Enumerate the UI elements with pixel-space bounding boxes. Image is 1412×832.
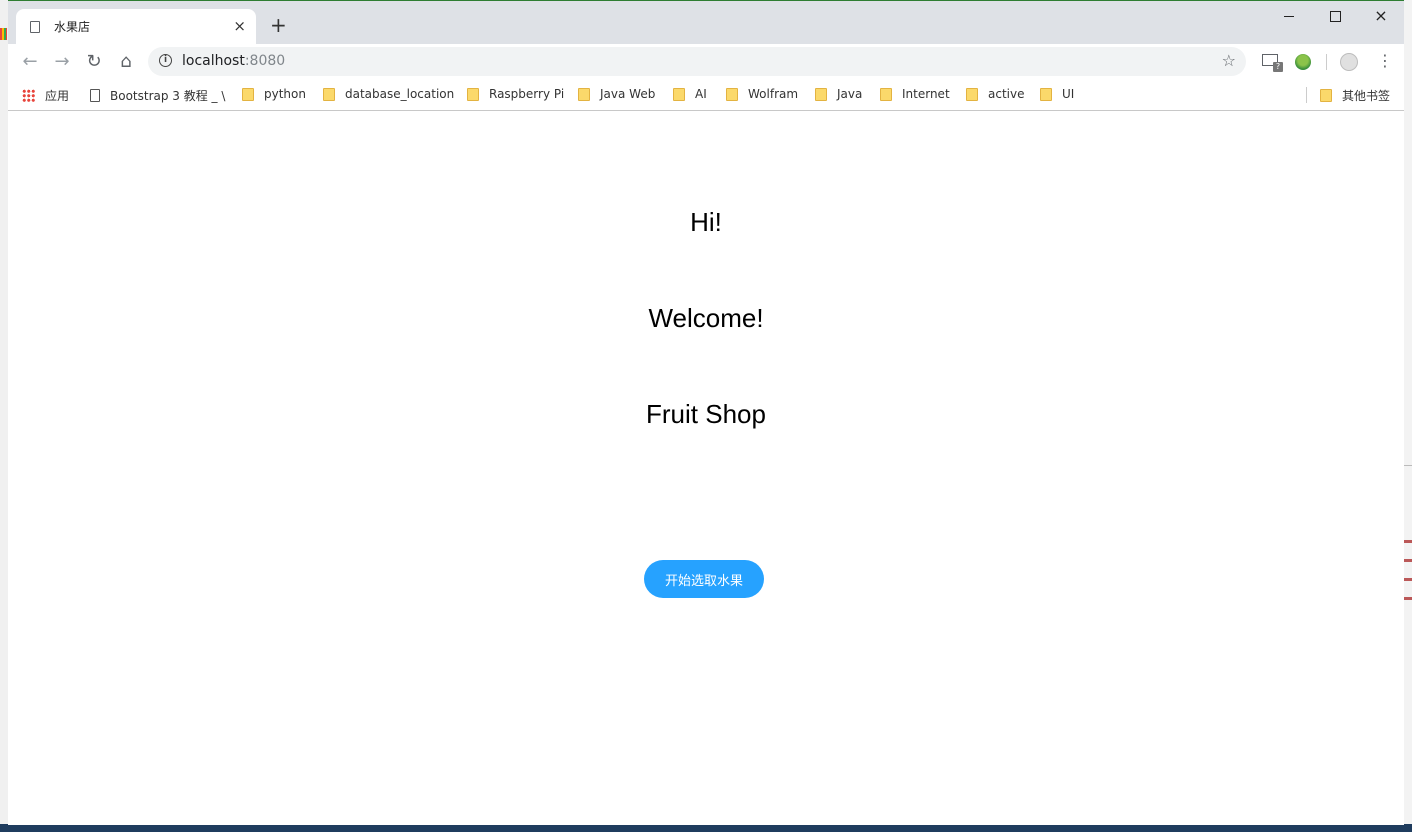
bookmark-folder[interactable]: Java Web: [578, 87, 655, 101]
background-code-snippet: [1404, 540, 1412, 610]
bookmark-label: Raspberry Pi: [489, 87, 565, 101]
toolbar-divider: [1326, 54, 1327, 70]
folder-icon: [323, 87, 335, 101]
minimize-button[interactable]: [1266, 5, 1312, 27]
new-tab-button[interactable]: +: [270, 15, 287, 35]
background-window-left: [0, 0, 8, 832]
bookmark-label: UI: [1062, 87, 1075, 101]
apps-grid-icon: [22, 89, 35, 102]
bookmark-label: AI: [695, 87, 707, 101]
bookmark-label: Internet: [902, 87, 950, 101]
tab-strip: 水果店 × + ×: [8, 1, 1404, 44]
folder-icon: [1320, 89, 1332, 102]
background-divider: [1404, 465, 1412, 466]
browser-window: 水果店 × + × ← → ↻ ⌂ i localhost:8080 ☆ ⋮ 应…: [8, 0, 1404, 825]
folder-icon: [966, 87, 978, 101]
bookmark-folder[interactable]: AI: [673, 87, 707, 101]
bookmark-apps[interactable]: 应用: [22, 87, 69, 104]
close-icon: ×: [1374, 6, 1388, 25]
folder-icon: [1040, 87, 1052, 101]
browser-toolbar: ← → ↻ ⌂ i localhost:8080 ☆ ⋮: [8, 44, 1404, 80]
bookmark-label: Java: [837, 87, 863, 101]
url-host: localhost: [182, 53, 245, 69]
background-window-right: [1404, 0, 1412, 832]
address-bar[interactable]: i localhost:8080 ☆: [148, 47, 1246, 76]
bookmark-folder[interactable]: Wolfram: [726, 87, 798, 101]
back-arrow-icon[interactable]: ←: [20, 52, 40, 72]
site-info-icon[interactable]: i: [159, 54, 172, 67]
url-port: :8080: [244, 53, 286, 69]
folder-icon: [673, 87, 685, 101]
folder-icon: [242, 87, 254, 101]
background-app-icon: [0, 28, 7, 40]
bookmark-folder[interactable]: active: [966, 87, 1024, 101]
folder-icon: [815, 87, 827, 101]
greeting-heading: Hi!: [690, 207, 722, 237]
profile-avatar-icon[interactable]: [1340, 53, 1358, 71]
reload-icon[interactable]: ↻: [84, 52, 104, 72]
start-picking-button[interactable]: 开始选取水果: [644, 560, 764, 598]
bookmark-label: Bootstrap 3 教程 _ \: [110, 89, 226, 103]
bookmark-label: Java Web: [600, 87, 656, 101]
home-icon[interactable]: ⌂: [116, 52, 136, 72]
bookmark-folder[interactable]: database_location: [323, 87, 454, 101]
bookmark-folder[interactable]: python: [242, 87, 306, 101]
bookmark-folder[interactable]: Internet: [880, 87, 950, 101]
green-extension-icon[interactable]: [1295, 54, 1311, 70]
folder-icon: [578, 87, 590, 101]
bookmarks-divider: [1306, 87, 1307, 103]
bookmark-folder[interactable]: Java: [815, 87, 862, 101]
bookmark-folder[interactable]: UI: [1040, 87, 1074, 101]
tab-title: 水果店: [54, 20, 91, 34]
bookmark-label: 其他书签: [1342, 89, 1391, 103]
bookmark-item[interactable]: Bootstrap 3 教程 _ \: [90, 87, 225, 104]
bookmark-label: Wolfram: [748, 87, 799, 101]
folder-icon: [726, 87, 738, 101]
tab-close-icon[interactable]: ×: [233, 19, 246, 34]
bookmark-label: active: [988, 87, 1025, 101]
mail-extension-icon[interactable]: [1262, 54, 1283, 72]
minimize-icon: [1284, 15, 1294, 17]
browser-menu-icon[interactable]: ⋮: [1377, 53, 1393, 69]
page-content: Hi! Welcome! Fruit Shop 开始选取水果: [8, 111, 1404, 825]
welcome-heading: Welcome!: [648, 303, 764, 333]
maximize-icon: [1329, 10, 1341, 22]
bookmark-label: 应用: [45, 89, 70, 103]
bookmark-star-icon[interactable]: ☆: [1222, 51, 1236, 70]
bookmark-other[interactable]: 其他书签: [1320, 87, 1390, 104]
bookmark-label: database_location: [345, 87, 455, 101]
bookmark-folder[interactable]: Raspberry Pi: [467, 87, 564, 101]
page-icon: [30, 20, 40, 33]
bookmark-label: python: [264, 87, 306, 101]
shop-name-heading: Fruit Shop: [646, 399, 766, 429]
maximize-button[interactable]: [1312, 5, 1358, 27]
page-icon: [90, 89, 100, 102]
url-text[interactable]: localhost:8080: [182, 53, 285, 69]
forward-arrow-icon[interactable]: →: [52, 52, 72, 72]
bookmarks-bar: 应用 Bootstrap 3 教程 _ \ python database_lo…: [8, 80, 1404, 111]
folder-icon: [880, 87, 892, 101]
window-close-button[interactable]: ×: [1358, 5, 1404, 27]
desktop-taskbar: [0, 824, 1412, 832]
folder-icon: [467, 87, 479, 101]
browser-tab[interactable]: 水果店 ×: [16, 9, 256, 44]
